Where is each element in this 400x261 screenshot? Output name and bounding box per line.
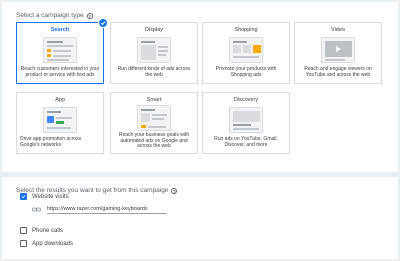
goal-website-visits[interactable]: Website visits [20, 193, 69, 200]
display-illustration-icon [137, 37, 171, 63]
campaign-card-shopping[interactable]: Shopping Promote your products with Shop… [202, 22, 290, 84]
search-illustration-icon [43, 37, 77, 63]
card-title: App [55, 97, 65, 103]
card-title: Search [50, 27, 70, 33]
campaign-card-display[interactable]: Display Run different kinds of ads acros… [110, 22, 198, 84]
phone-calls-checkbox[interactable] [20, 227, 27, 234]
app-illustration-icon [43, 107, 77, 133]
card-description: Promote your products with Shopping ads [215, 66, 277, 78]
card-title: Display [144, 27, 164, 33]
campaign-type-heading: Select a campaign type ? [16, 12, 93, 19]
card-title: Smart [146, 97, 162, 103]
campaign-card-app[interactable]: App Drive app promotion across Google's … [16, 92, 104, 154]
card-title: Video [331, 27, 345, 33]
card-title: Discovery [233, 97, 259, 103]
campaign-card-search[interactable]: Search Reach customers interested in you… [16, 18, 108, 84]
campaign-type-label: Select a campaign type [16, 12, 84, 19]
website-visits-checkbox[interactable] [20, 193, 27, 200]
app-downloads-label: App downloads [32, 240, 74, 247]
help-circle-icon[interactable]: ? [171, 187, 178, 194]
card-title: Shopping [234, 27, 258, 33]
card-description: Run different kinds of ads across the we… [117, 66, 191, 78]
link-icon [32, 207, 41, 212]
card-description: Reach your business goals with automated… [118, 132, 190, 150]
help-circle-icon[interactable]: ? [86, 12, 93, 19]
card-description: Reach and engage viewers on YouTube and … [304, 66, 372, 78]
campaign-card-discovery[interactable]: Discovery Run ads on YouTube, Gmail, Dis… [202, 92, 290, 154]
smart-illustration-icon [137, 105, 171, 131]
goal-phone-calls[interactable]: Phone calls [20, 227, 63, 234]
phone-calls-label: Phone calls [32, 227, 64, 234]
app-downloads-checkbox[interactable] [20, 240, 27, 247]
card-description: Reach customers interested in your produ… [20, 66, 100, 78]
campaign-type-panel: Select a campaign type ? Search Reach cu… [2, 2, 398, 172]
campaign-goals-panel: Select the results you want to get from … [2, 177, 398, 259]
card-description: Run ads on YouTube, Gmail, Discover, and… [214, 136, 278, 148]
shopping-illustration-icon [229, 37, 263, 63]
website-visits-label: Website visits [32, 193, 69, 200]
discovery-illustration-icon [229, 107, 263, 133]
campaign-card-video[interactable]: Video Reach and engage viewers on YouTub… [294, 22, 382, 84]
video-illustration-icon [321, 37, 355, 63]
website-url-input[interactable]: https://www.razer.com/gaming-keyboards [47, 205, 167, 214]
campaign-card-smart[interactable]: Smart Reach your business goals with aut… [110, 92, 198, 154]
goal-app-downloads[interactable]: App downloads [20, 240, 73, 247]
card-description: Drive app promotion across Google's netw… [20, 136, 82, 148]
website-url-row: https://www.razer.com/gaming-keyboards [32, 205, 167, 214]
